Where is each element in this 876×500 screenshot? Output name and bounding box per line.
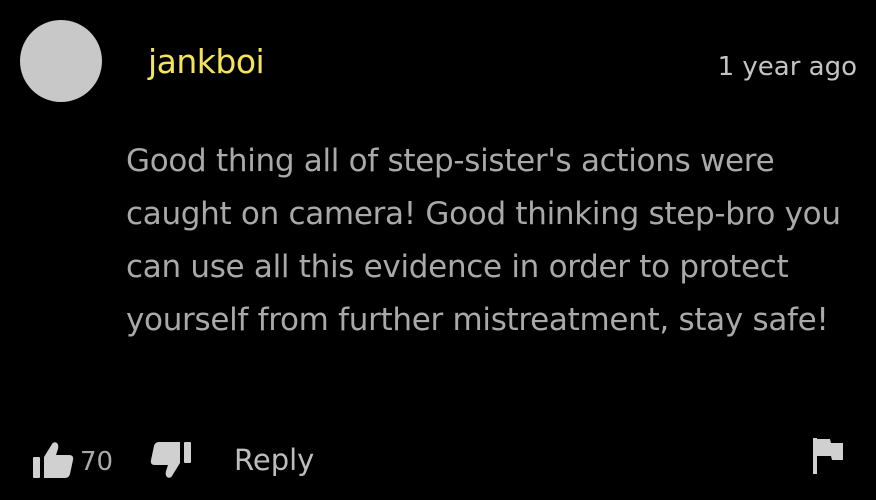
comment-timestamp: 1 year ago [717,52,857,82]
comment-actions: 70 Reply [32,432,862,488]
like-count: 70 [80,447,114,477]
comment-text: Good thing all of step-sister's actions … [126,143,841,338]
flag-button[interactable] [810,436,846,476]
comment-author[interactable]: jankboi [148,42,265,82]
thumbs-down-icon [148,440,192,480]
like-button[interactable] [32,440,76,480]
avatar[interactable] [20,20,102,102]
reply-button[interactable]: Reply [234,442,314,478]
dislike-button[interactable] [148,440,192,480]
flag-icon [810,436,846,476]
thumbs-up-icon [32,440,76,480]
